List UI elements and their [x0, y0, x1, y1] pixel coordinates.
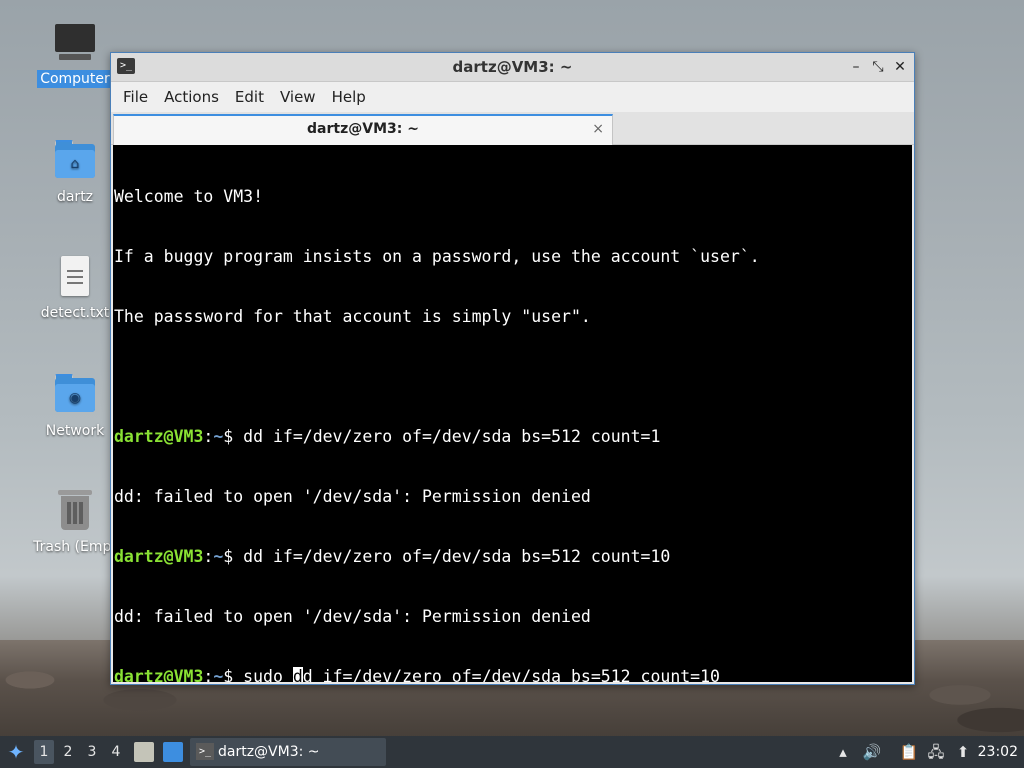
start-menu-icon[interactable]: ✦	[4, 739, 28, 765]
desktop-icon-detect-txt[interactable]: detect.txt	[30, 256, 120, 322]
desktop-icon-label: dartz	[56, 189, 94, 205]
prompt-user: dartz@VM3	[114, 547, 204, 566]
desktop-icon-computer[interactable]: Computer	[30, 22, 120, 88]
prompt-user: dartz@VM3	[114, 427, 204, 446]
terminal-prompt-line: dartz@VM3:~$ sudo dd if=/dev/zero of=/de…	[114, 667, 911, 682]
window-titlebar[interactable]: >_ dartz@VM3: ~ – ⤡ ✕	[111, 53, 914, 82]
window-title: dartz@VM3: ~	[452, 58, 573, 76]
terminal-prompt-line: dartz@VM3:~$ dd if=/dev/zero of=/dev/sda…	[114, 547, 911, 567]
menu-help[interactable]: Help	[324, 82, 374, 112]
minimize-button[interactable]: –	[846, 57, 866, 77]
show-desktop-icon[interactable]	[163, 742, 183, 762]
desktop-icon-label: Trash (Empt	[33, 539, 117, 555]
update-notifier-icon[interactable]: ⬆	[952, 740, 974, 764]
prompt-sep: :	[203, 547, 214, 566]
taskbar: ✦ 1 2 3 4 >_ dartz@VM3: ~ ▴ 🔊 📋 🖧 ⬆ 23:0…	[0, 736, 1024, 768]
close-button[interactable]: ✕	[890, 57, 910, 77]
tab-bar: dartz@VM3: ~ ×	[111, 112, 914, 145]
terminal-line: If a buggy program insists on a password…	[114, 247, 760, 266]
command-text: d if=/dev/zero of=/dev/sda bs=512 count=…	[302, 667, 720, 682]
workspace-3[interactable]: 3	[82, 740, 102, 764]
terminal-prompt-line: dartz@VM3:~$ dd if=/dev/zero of=/dev/sda…	[114, 427, 911, 447]
tab-terminal[interactable]: dartz@VM3: ~ ×	[113, 114, 613, 145]
terminal-app-icon: >_	[196, 743, 214, 760]
volume-icon[interactable]: 🔊	[861, 740, 883, 764]
clock[interactable]: 23:02	[978, 736, 1018, 768]
prompt-dollar: $	[223, 427, 244, 446]
terminal-output[interactable]: Welcome to VM3! If a buggy program insis…	[113, 145, 912, 682]
tab-close-icon[interactable]: ×	[592, 116, 604, 143]
trash-icon	[53, 490, 97, 534]
desktop-icon-trash[interactable]: Trash (Empt	[30, 490, 120, 556]
taskbar-button-label: dartz@VM3: ~	[218, 744, 320, 760]
file-manager-icon[interactable]	[134, 742, 154, 762]
terminal-window: >_ dartz@VM3: ~ – ⤡ ✕ File Actions Edit …	[110, 52, 915, 685]
terminal-line: dd: failed to open '/dev/sda': Permissio…	[114, 487, 591, 506]
tab-label: dartz@VM3: ~	[307, 121, 419, 137]
prompt-path: ~	[213, 547, 224, 566]
desktop-icon-home[interactable]: ⌂ dartz	[30, 140, 120, 206]
command-text: dd if=/dev/zero of=/dev/sda bs=512 count…	[243, 427, 661, 446]
menu-file[interactable]: File	[115, 82, 156, 112]
prompt-path: ~	[213, 427, 224, 446]
menu-actions[interactable]: Actions	[156, 82, 227, 112]
home-folder-icon: ⌂	[53, 140, 97, 184]
prompt-dollar: $	[223, 667, 244, 682]
prompt-path: ~	[213, 667, 224, 682]
text-file-icon	[53, 256, 97, 300]
text-cursor: d	[292, 667, 303, 682]
desktop-icon-label: Network	[45, 423, 105, 439]
maximize-button[interactable]: ⤡	[868, 57, 888, 77]
workspace-4[interactable]: 4	[106, 740, 126, 764]
menu-edit[interactable]: Edit	[227, 82, 272, 112]
terminal-line: Welcome to VM3!	[114, 187, 264, 206]
computer-icon	[53, 22, 97, 66]
command-text: dd if=/dev/zero of=/dev/sda bs=512 count…	[243, 547, 671, 566]
tray-arrow-icon[interactable]: ▴	[832, 740, 854, 764]
prompt-user: dartz@VM3	[114, 667, 204, 682]
desktop-icon-label: detect.txt	[40, 305, 110, 321]
workspace-2[interactable]: 2	[58, 740, 78, 764]
desktop-icon-network[interactable]: ◉ Network	[30, 374, 120, 440]
prompt-sep: :	[203, 427, 214, 446]
clipboard-icon[interactable]: 📋	[898, 740, 920, 764]
prompt-dollar: $	[223, 547, 244, 566]
desktop-icon-label: Computer	[37, 70, 113, 88]
network-folder-icon: ◉	[53, 374, 97, 418]
menu-view[interactable]: View	[272, 82, 324, 112]
network-icon[interactable]: 🖧	[925, 740, 947, 764]
terminal-line: dd: failed to open '/dev/sda': Permissio…	[114, 607, 591, 626]
prompt-sep: :	[203, 667, 214, 682]
menubar: File Actions Edit View Help	[111, 82, 914, 112]
taskbar-button-terminal[interactable]: >_ dartz@VM3: ~	[190, 738, 386, 766]
terminal-line: The passsword for that account is simply…	[114, 307, 591, 326]
command-text: sudo	[243, 667, 293, 682]
workspace-1[interactable]: 1	[34, 740, 54, 764]
